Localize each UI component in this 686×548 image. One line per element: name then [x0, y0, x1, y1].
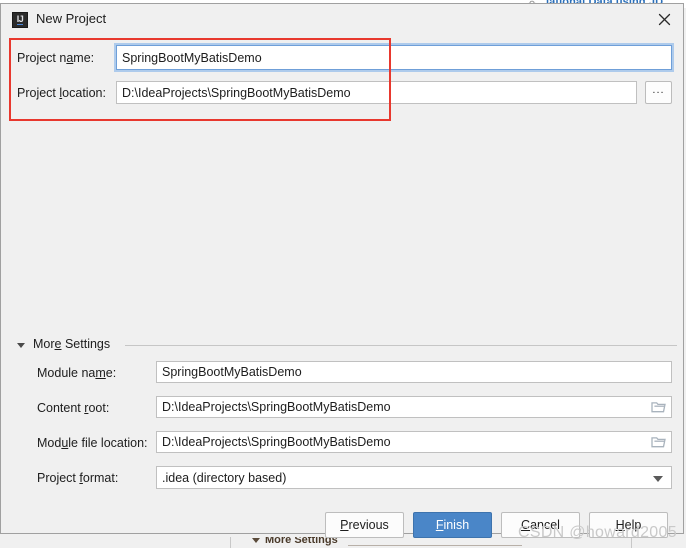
content-root-label-suffix: oot:: [88, 401, 110, 415]
folder-icon[interactable]: [651, 401, 666, 414]
module-file-location-label-prefix: Mod: [37, 436, 62, 450]
chevron-down-icon[interactable]: [653, 476, 663, 482]
module-file-location-value: D:\IdeaProjects\SpringBootMyBatisDemo: [162, 435, 391, 449]
content-root-label-prefix: Content: [37, 401, 85, 415]
folder-icon[interactable]: [651, 436, 666, 449]
project-location-label-prefix: Project: [17, 86, 60, 100]
more-settings-toggle[interactable]: More Settings: [17, 337, 677, 353]
project-location-input[interactable]: D:\IdeaProjects\SpringBootMyBatisDemo: [116, 81, 637, 104]
more-settings-separator: [125, 345, 677, 346]
background-panel-divider: [631, 537, 632, 548]
module-file-location-input[interactable]: D:\IdeaProjects\SpringBootMyBatisDemo: [156, 431, 672, 453]
more-settings-label-suffix: Settings: [61, 337, 111, 351]
project-format-select[interactable]: .idea (directory based): [156, 466, 672, 489]
finish-button[interactable]: Finish: [413, 512, 492, 538]
module-name-label-suffix: e:: [105, 366, 117, 380]
help-button-suffix: elp: [624, 518, 642, 532]
finish-button-suffix: inish: [443, 518, 470, 532]
module-name-label: Module name:: [37, 366, 116, 380]
browse-location-button[interactable]: ...: [645, 81, 672, 104]
background-more-settings-label: More Settings: [265, 537, 338, 546]
more-settings-label: More Settings: [33, 337, 110, 351]
module-file-location-label: Module file location:: [37, 436, 148, 450]
background-more-settings-rule: [348, 545, 522, 546]
module-name-label-mnemonic: m: [95, 366, 106, 380]
dialog-title: New Project: [36, 11, 107, 26]
chevron-down-icon: [17, 343, 25, 348]
content-root-value: D:\IdeaProjects\SpringBootMyBatisDemo: [162, 400, 391, 414]
background-left-panel: [0, 537, 231, 548]
intellij-logo-icon: IJ: [12, 12, 28, 28]
project-format-value: .idea (directory based): [162, 470, 287, 485]
help-button-mnemonic: H: [615, 518, 625, 532]
finish-button-mnemonic: F: [435, 518, 444, 532]
project-name-label-suffix: me:: [73, 51, 95, 65]
project-name-input[interactable]: SpringBootMyBatisDemo: [116, 45, 672, 70]
project-format-label-prefix: Project: [37, 471, 80, 485]
content-root-label: Content root:: [37, 401, 109, 415]
close-icon[interactable]: [646, 6, 682, 32]
help-button[interactable]: Help: [589, 512, 668, 538]
module-name-input[interactable]: SpringBootMyBatisDemo: [156, 361, 672, 383]
project-name-label-prefix: Project n: [17, 51, 67, 65]
project-format-label: Project format:: [37, 471, 118, 485]
background-collapse-triangle-icon: [252, 538, 260, 543]
cancel-button[interactable]: Cancel: [501, 512, 580, 538]
cancel-button-mnemonic: C: [521, 518, 531, 532]
new-project-dialog: IJ New Project Project name: SpringBootM…: [0, 3, 684, 538]
cancel-button-suffix: ancel: [530, 518, 560, 532]
content-root-input[interactable]: D:\IdeaProjects\SpringBootMyBatisDemo: [156, 396, 672, 418]
previous-button[interactable]: Previous: [325, 512, 404, 538]
app-icon-text: IJ: [16, 14, 24, 25]
project-location-label-suffix: ocation:: [62, 86, 106, 100]
dialog-titlebar: IJ New Project: [1, 4, 683, 34]
module-file-location-label-suffix: le file location:: [68, 436, 148, 450]
project-name-label: Project name:: [17, 51, 94, 65]
more-settings-label-prefix: Mor: [33, 337, 55, 351]
previous-button-suffix: revious: [348, 518, 389, 532]
previous-button-mnemonic: P: [340, 518, 349, 532]
project-location-label: Project location:: [17, 86, 106, 100]
module-name-label-prefix: Module na: [37, 366, 96, 380]
project-format-label-suffix: ormat:: [82, 471, 119, 485]
background-bottom-strip: More Settings: [0, 537, 686, 548]
